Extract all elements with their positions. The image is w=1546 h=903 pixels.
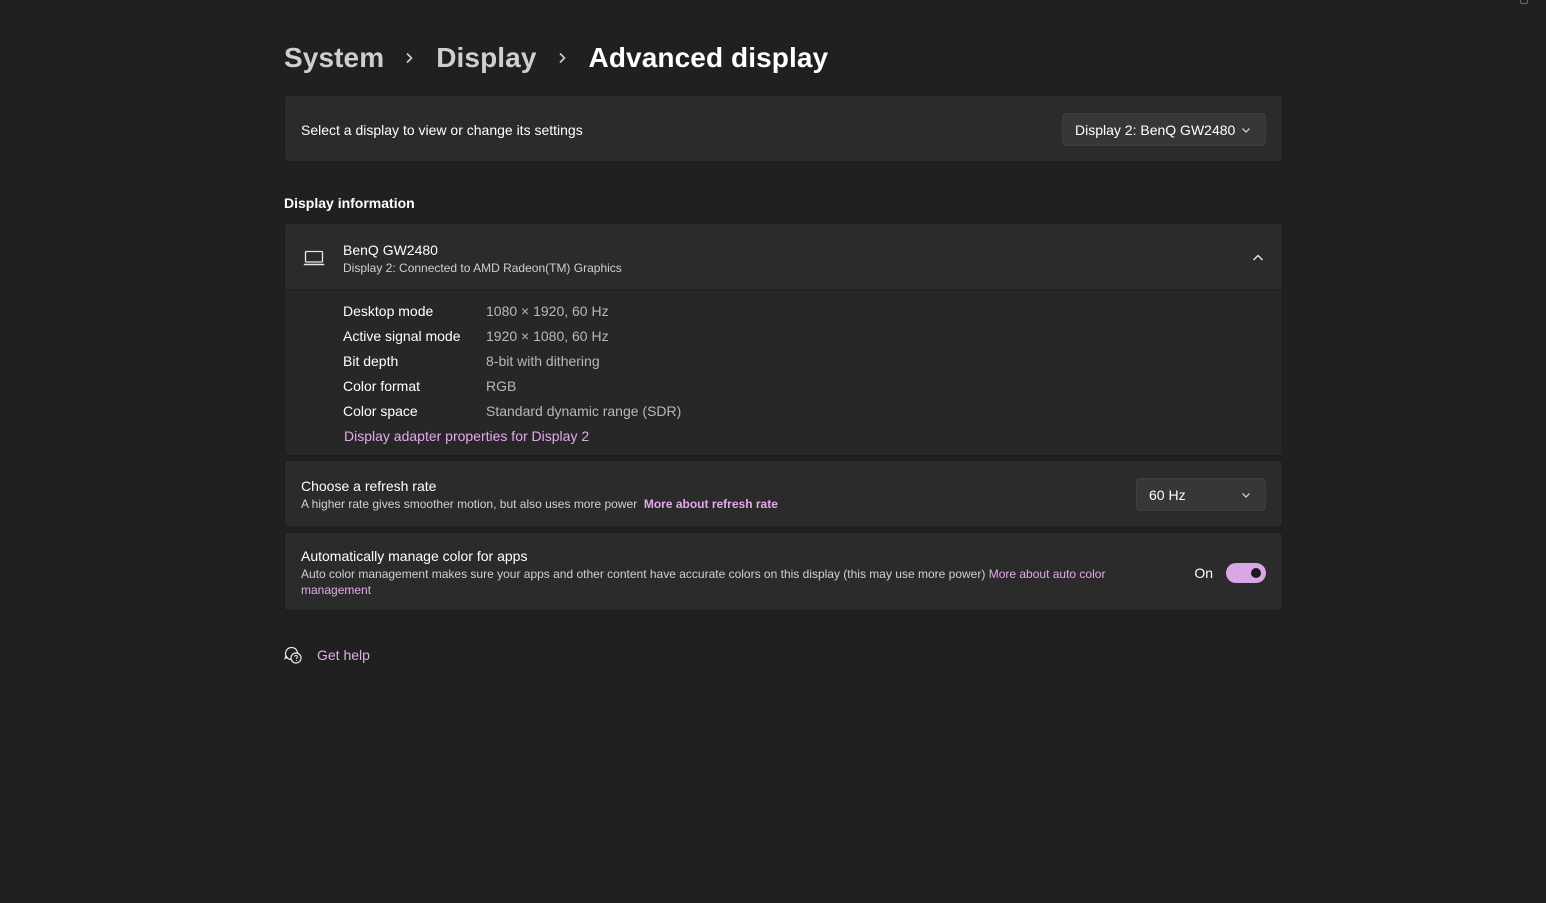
display-name: BenQ GW2480	[343, 242, 438, 258]
info-label: Active signal mode	[343, 328, 461, 344]
refresh-rate-description: A higher rate gives smoother motion, but…	[301, 496, 778, 512]
info-label: Color format	[343, 378, 421, 394]
auto-color-management-description-text: Auto color management makes sure your ap…	[301, 567, 986, 581]
chevron-right-icon	[402, 51, 416, 65]
info-value: 1080 × 1920, 60 Hz	[486, 303, 609, 319]
select-display-label: Select a display to view or change its s…	[301, 121, 583, 138]
info-value: 8-bit with dithering	[486, 353, 600, 369]
chevron-up-icon[interactable]	[1252, 251, 1264, 263]
auto-color-management-description: Auto color management makes sure your ap…	[301, 566, 1141, 598]
info-label: Desktop mode	[343, 303, 434, 319]
help-chat-icon	[284, 646, 302, 664]
info-label: Bit depth	[343, 353, 399, 369]
toggle-state-label: On	[1194, 565, 1213, 581]
auto-color-management-toggle[interactable]	[1226, 563, 1266, 583]
chevron-right-icon	[555, 51, 569, 65]
window-corner-indicator	[1520, 0, 1528, 4]
page-title: Advanced display	[588, 42, 829, 73]
display-info-details: Desktop mode 1080 × 1920, 60 Hz Active s…	[285, 292, 1282, 455]
info-value: Standard dynamic range (SDR)	[486, 403, 682, 419]
auto-color-management-card: Automatically manage color for apps Auto…	[284, 532, 1283, 611]
refresh-rate-dropdown[interactable]: 60 Hz	[1136, 478, 1266, 511]
breadcrumb-system[interactable]: System	[284, 42, 384, 74]
breadcrumb: System Display Advanced display	[284, 36, 828, 80]
refresh-rate-description-text: A higher rate gives smoother motion, but…	[301, 497, 638, 511]
get-help-label: Get help	[317, 647, 370, 663]
display-info-expander: BenQ GW2480 Display 2: Connected to AMD …	[284, 223, 1283, 456]
info-label: Color space	[343, 403, 418, 419]
advanced-display-page: System Display Advanced display Select a…	[0, 0, 1546, 903]
display-select-dropdown[interactable]: Display 2: BenQ GW2480	[1062, 113, 1266, 146]
info-value: 1920 × 1080, 60 Hz	[486, 328, 609, 344]
more-about-refresh-rate-link[interactable]: More about refresh rate	[644, 497, 778, 511]
display-adapter-properties-link[interactable]: Display adapter properties for Display 2	[344, 428, 589, 444]
refresh-rate-card: Choose a refresh rate A higher rate give…	[284, 460, 1283, 527]
refresh-rate-value: 60 Hz	[1149, 486, 1186, 503]
chevron-down-icon	[1241, 490, 1251, 500]
info-value: RGB	[486, 378, 517, 394]
toggle-knob	[1251, 568, 1261, 578]
get-help-link[interactable]: Get help	[284, 645, 370, 665]
monitor-icon	[303, 249, 325, 267]
display-information-heading: Display information	[284, 195, 415, 211]
refresh-rate-title: Choose a refresh rate	[301, 478, 437, 494]
select-display-card: Select a display to view or change its s…	[284, 95, 1283, 162]
breadcrumb-display[interactable]: Display	[436, 42, 536, 74]
display-connection: Display 2: Connected to AMD Radeon(TM) G…	[343, 261, 622, 275]
display-info-header[interactable]: BenQ GW2480 Display 2: Connected to AMD …	[285, 224, 1282, 291]
display-select-value: Display 2: BenQ GW2480	[1075, 121, 1236, 138]
chevron-down-icon	[1241, 125, 1251, 135]
auto-color-management-title: Automatically manage color for apps	[301, 548, 528, 564]
